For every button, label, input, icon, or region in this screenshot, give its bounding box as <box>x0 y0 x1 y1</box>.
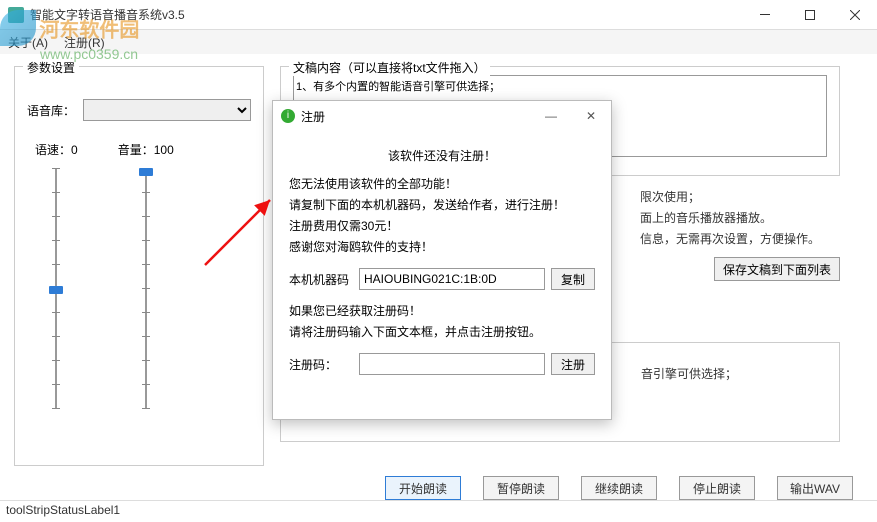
volume-slider[interactable] <box>134 168 158 408</box>
start-read-button[interactable]: 开始朗读 <box>385 476 461 500</box>
info-line: 限次使用； <box>640 188 840 205</box>
volume-label: 音量：100 <box>118 141 174 158</box>
speed-thumb[interactable] <box>49 286 63 294</box>
dialog-msg: 请将注册码输入下面文本框，并点击注册按钮。 <box>289 323 595 341</box>
dialog-msg: 感谢您对海鸥软件的支持！ <box>289 238 595 256</box>
dialog-minimize-button[interactable]: — <box>531 109 571 123</box>
app-icon <box>8 7 24 23</box>
register-button[interactable]: 注册 <box>551 353 595 375</box>
dialog-titlebar: i 注册 — ✕ <box>273 101 611 131</box>
dialog-msg: 如果您已经获取注册码！ <box>289 302 595 320</box>
copy-button[interactable]: 复制 <box>551 268 595 290</box>
resume-read-button[interactable]: 继续朗读 <box>581 476 657 500</box>
info-line: 面上的音乐播放器播放。 <box>640 209 840 226</box>
dialog-title: 注册 <box>301 108 531 125</box>
dialog-msg: 注册费用仅需30元！ <box>289 217 595 235</box>
voice-library-select[interactable] <box>83 99 251 121</box>
info-icon: i <box>281 109 295 123</box>
status-bar: toolStripStatusLabel1 <box>0 500 877 522</box>
speed-slider[interactable] <box>44 168 68 408</box>
speed-label: 语速：0 <box>35 141 78 158</box>
window-titlebar: 智能文字转语音播音系统v3.5 <box>0 0 877 30</box>
minimize-button[interactable] <box>742 0 787 30</box>
register-dialog: i 注册 — ✕ 该软件还没有注册！ 您无法使用该软件的全部功能！ 请复制下面的… <box>272 100 612 420</box>
reg-code-input[interactable] <box>359 353 545 375</box>
dialog-msg: 请复制下面的本机机器码，发送给作者，进行注册！ <box>289 196 595 214</box>
params-panel-title: 参数设置 <box>23 59 79 76</box>
menu-about[interactable]: 关于(A) <box>8 34 48 51</box>
voice-library-label: 语音库： <box>27 102 75 119</box>
output-wav-button[interactable]: 输出WAV <box>777 476 853 500</box>
menu-register[interactable]: 注册(R) <box>64 34 105 51</box>
action-buttons: 开始朗读 暂停朗读 继续朗读 停止朗读 输出WAV <box>0 474 877 500</box>
volume-thumb[interactable] <box>139 168 153 176</box>
reg-code-label: 注册码： <box>289 356 353 373</box>
list-line: 音引擎可供选择； <box>641 365 827 382</box>
menubar: 关于(A) 注册(R) <box>0 30 877 54</box>
machine-code-label: 本机机器码 <box>289 271 353 288</box>
machine-code-input[interactable] <box>359 268 545 290</box>
close-button[interactable] <box>832 0 877 30</box>
content-panel-title: 文稿内容（可以直接将txt文件拖入） <box>289 59 490 76</box>
pause-read-button[interactable]: 暂停朗读 <box>483 476 559 500</box>
dialog-close-button[interactable]: ✕ <box>571 109 611 123</box>
params-panel: 参数设置 语音库： 语速：0 音量：100 <box>14 66 264 466</box>
dialog-msg: 您无法使用该软件的全部功能！ <box>289 175 595 193</box>
stop-read-button[interactable]: 停止朗读 <box>679 476 755 500</box>
maximize-button[interactable] <box>787 0 832 30</box>
save-content-button[interactable]: 保存文稿到下面列表 <box>714 257 840 281</box>
dialog-headline: 该软件还没有注册！ <box>289 147 595 165</box>
window-title: 智能文字转语音播音系统v3.5 <box>30 6 742 23</box>
info-line: 信息，无需再次设置，方便操作。 <box>640 230 840 247</box>
